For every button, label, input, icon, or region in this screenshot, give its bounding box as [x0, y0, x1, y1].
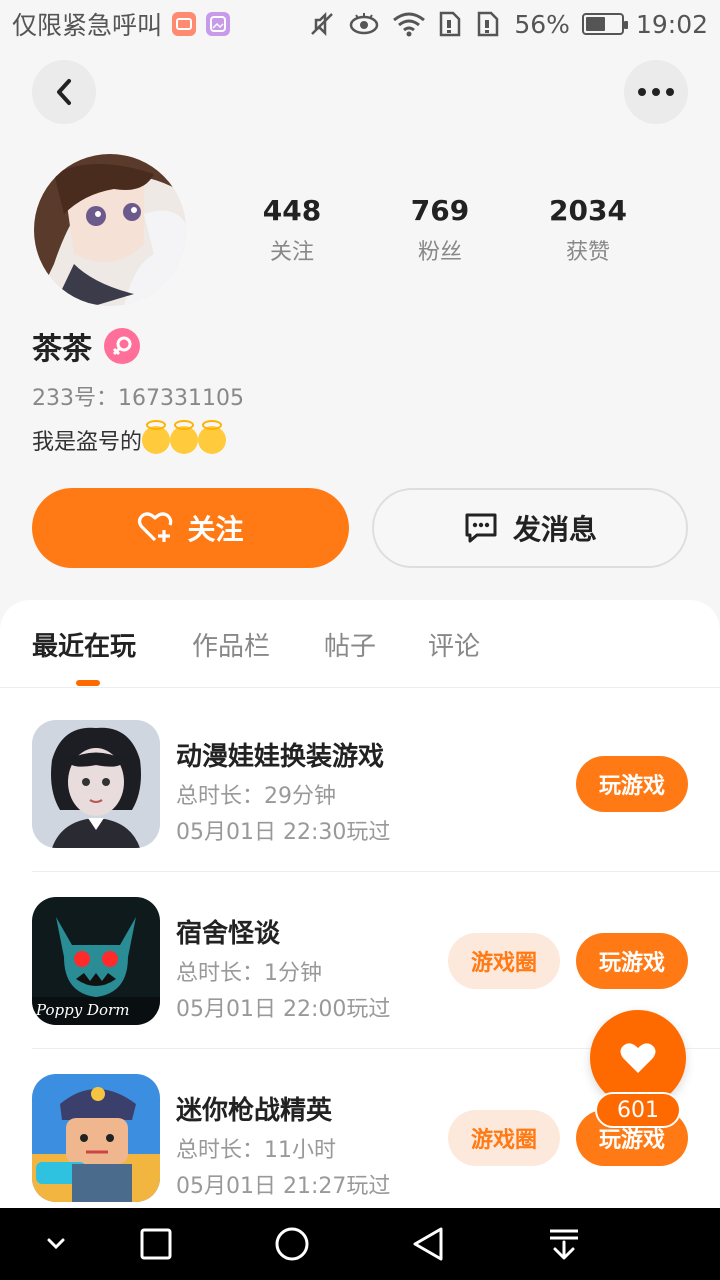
stat-likes-label: 获赞	[565, 239, 610, 265]
profile-stats: 448 关注 769 粉丝 2034 获赞	[218, 194, 662, 266]
chat-bubble-icon	[465, 513, 497, 543]
username: 茶茶	[32, 332, 92, 367]
send-message-label: 发消息	[512, 513, 597, 546]
status-bar: 仅限紧急呼叫 56% 19:02	[0, 0, 720, 48]
sim-alert-icon-2	[478, 11, 499, 37]
system-nav-bar	[0, 1208, 720, 1280]
game-title: 动漫娃娃换装游戏	[176, 742, 385, 772]
chevron-down-icon	[47, 1238, 65, 1250]
tab-recently-played[interactable]: 最近在玩	[32, 626, 136, 663]
play-game-button[interactable]: 玩游戏	[576, 933, 688, 989]
clock: 19:02	[635, 9, 708, 39]
divider	[32, 871, 720, 872]
chevron-left-icon	[57, 79, 71, 105]
halo-smile-emoji-icon	[198, 420, 227, 454]
user-id: 233号：167331105	[32, 380, 244, 412]
game-circle-button[interactable]: 游戏圈	[448, 1110, 560, 1166]
mute-icon	[311, 11, 334, 37]
user-id-value: 167331105	[118, 386, 244, 411]
avatar[interactable]	[34, 154, 186, 306]
game-icon[interactable]	[32, 1074, 160, 1202]
battery-fill	[585, 17, 605, 31]
stat-followers-label: 粉丝	[417, 239, 462, 265]
wifi-icon	[393, 12, 426, 37]
bio-text: 我是盗号的	[32, 430, 143, 455]
back-button[interactable]	[32, 60, 96, 124]
stat-following-count: 448	[262, 194, 322, 227]
stat-likes[interactable]: 2034 获赞	[514, 194, 662, 266]
user-id-label: 233号：	[32, 386, 118, 411]
mail-app-icon	[172, 12, 197, 36]
notification-pull-button[interactable]	[546, 1226, 582, 1262]
like-count-badge: 601	[595, 1092, 681, 1128]
battery-icon	[581, 13, 628, 35]
play-game-button[interactable]: 玩游戏	[576, 756, 688, 812]
send-message-button[interactable]: 发消息	[372, 488, 688, 568]
bio: 我是盗号的	[32, 420, 227, 456]
tab-indicator	[76, 680, 100, 686]
game-icon[interactable]: Poppy Dorm	[32, 897, 160, 1025]
heart-icon	[620, 1043, 656, 1073]
tab-posts[interactable]: 帖子	[324, 626, 376, 663]
back-nav-button[interactable]	[410, 1226, 446, 1262]
game-duration: 总时长：11小时	[176, 1138, 336, 1163]
tab-works[interactable]: 作品栏	[192, 626, 270, 663]
game-circle-button[interactable]: 游戏圈	[448, 933, 560, 989]
more-button[interactable]	[624, 60, 688, 124]
game-title: 迷你枪战精英	[176, 1096, 333, 1126]
game-title: 宿舍怪谈	[176, 919, 281, 949]
avatar-image	[34, 154, 186, 306]
pull-down-icon	[550, 1229, 578, 1260]
follow-label: 关注	[187, 513, 244, 546]
female-gender-icon	[104, 328, 140, 364]
circle-icon	[275, 1227, 309, 1261]
heart-plus-icon	[138, 512, 173, 542]
hide-nav-button[interactable]	[38, 1226, 74, 1262]
more-horizontal-icon	[638, 88, 674, 96]
game-last-played: 05月01日 21:27玩过	[176, 1174, 391, 1199]
game-last-played: 05月01日 22:00玩过	[176, 997, 391, 1022]
tab-bar: 最近在玩 作品栏 帖子 评论	[0, 600, 720, 688]
sim-alert-icon	[440, 11, 461, 37]
emergency-calls-text: 仅限紧急呼叫	[12, 11, 163, 40]
halo-smile-emoji-icon	[170, 420, 199, 454]
name-row: 茶茶	[32, 324, 140, 368]
follow-button[interactable]: 关注	[32, 488, 349, 568]
game-duration: 总时长：1分钟	[176, 961, 322, 986]
battery-percent: 56%	[514, 9, 570, 39]
game-icon[interactable]	[32, 720, 160, 848]
stat-likes-count: 2034	[549, 194, 627, 227]
stat-followers[interactable]: 769 粉丝	[366, 194, 514, 266]
gallery-app-icon	[206, 12, 231, 36]
list-item[interactable]: 动漫娃娃换装游戏 总时长：29分钟 05月01日 22:30玩过 玩游戏	[0, 696, 720, 872]
triangle-back-icon	[413, 1227, 443, 1261]
eye-comfort-icon	[350, 13, 379, 35]
game-last-played: 05月01日 22:30玩过	[176, 820, 391, 845]
stat-following[interactable]: 448 关注	[218, 194, 366, 266]
tab-comments[interactable]: 评论	[428, 626, 480, 663]
square-icon	[140, 1228, 172, 1260]
stat-following-label: 关注	[269, 239, 314, 265]
stat-followers-count: 769	[410, 194, 470, 227]
home-button[interactable]	[274, 1226, 310, 1262]
game-duration: 总时长：29分钟	[176, 784, 336, 809]
game-icon-text: Poppy Dorm	[36, 1001, 130, 1019]
halo-smile-emoji-icon	[142, 420, 171, 454]
recent-apps-button[interactable]	[138, 1226, 174, 1262]
